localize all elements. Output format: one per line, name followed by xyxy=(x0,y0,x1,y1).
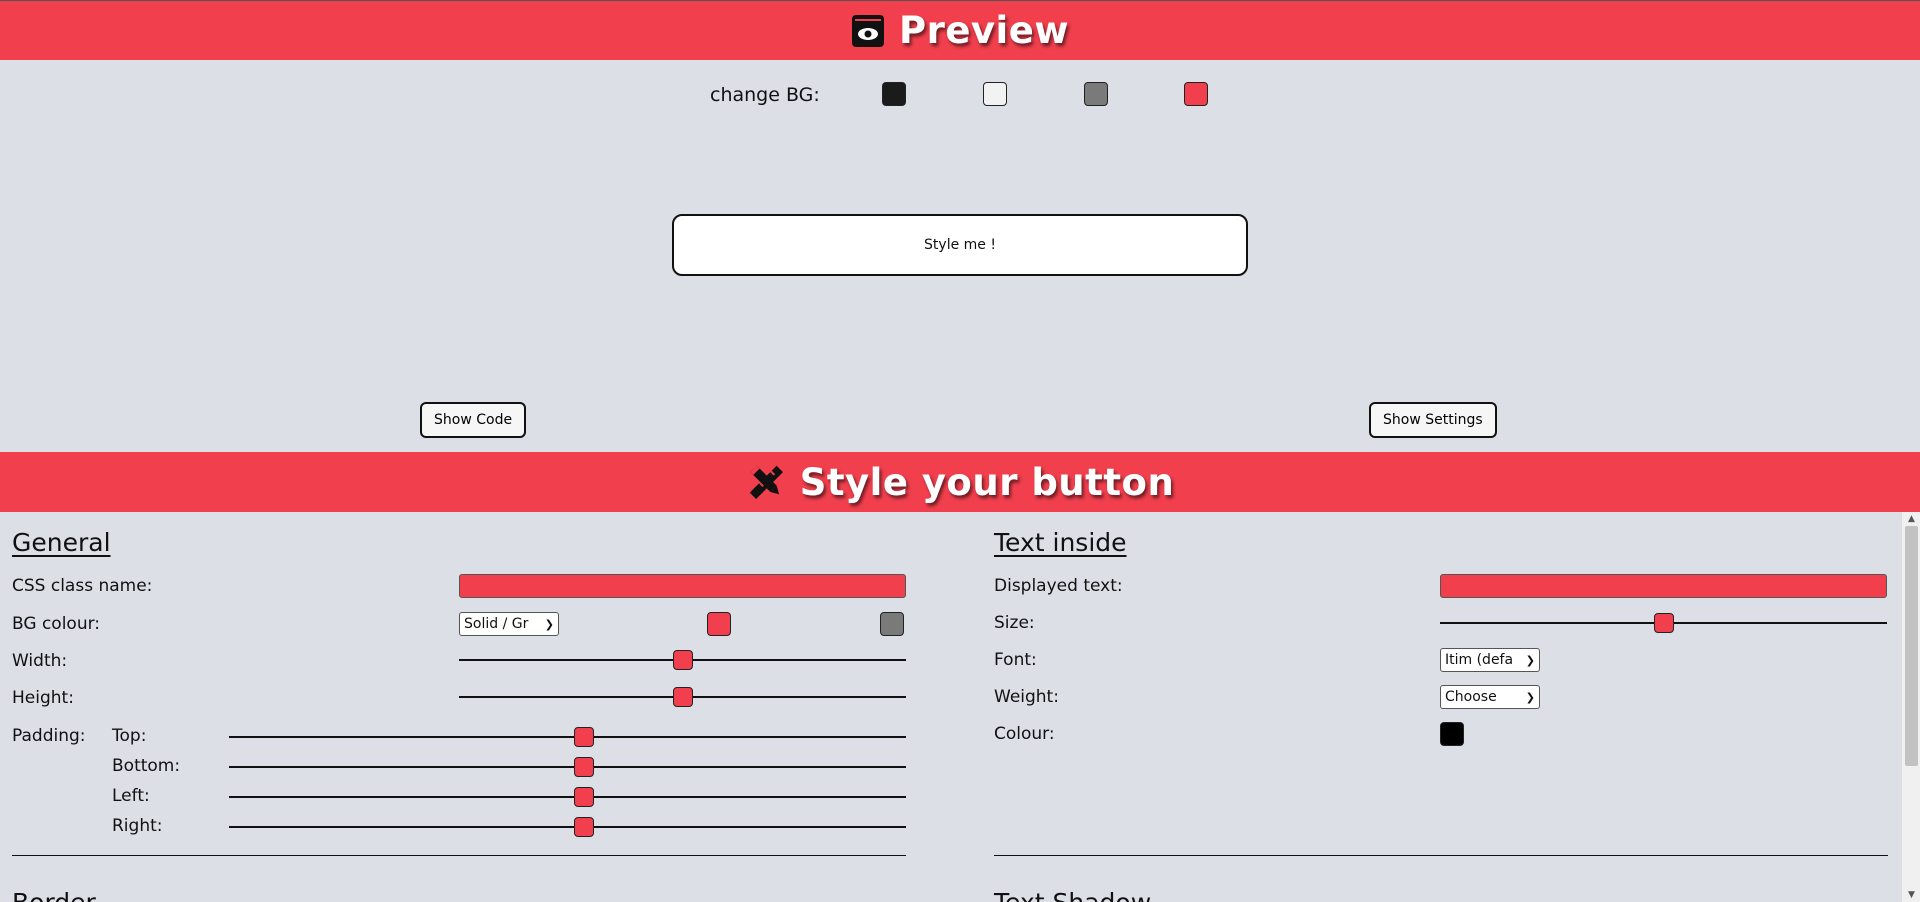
bg-swatch-red[interactable] xyxy=(1184,82,1208,106)
border-heading: Border xyxy=(12,888,96,902)
slider-track xyxy=(229,766,906,768)
general-column: General CSS class name: BG colour: Solid… xyxy=(12,512,906,902)
vertical-scrollbar[interactable]: ▲ ▼ xyxy=(1901,512,1920,902)
slider-thumb[interactable] xyxy=(672,687,693,707)
preview-area: change BG: Style me ! xyxy=(0,60,1920,452)
section-divider xyxy=(994,855,1888,856)
text-colour-swatch[interactable] xyxy=(1440,722,1464,746)
weight-value: Choose xyxy=(1445,689,1497,705)
section-divider xyxy=(12,855,906,856)
style-header: Style your button xyxy=(0,452,1920,512)
width-label: Width: xyxy=(12,651,68,671)
chevron-down-icon: ❯ xyxy=(544,617,554,631)
css-class-label: CSS class name: xyxy=(12,576,153,596)
displayed-text-label: Displayed text: xyxy=(994,576,1123,596)
width-slider[interactable] xyxy=(459,650,906,670)
padding-bottom-label: Bottom: xyxy=(112,756,181,776)
css-class-input[interactable] xyxy=(459,574,906,598)
padding-bottom-slider[interactable] xyxy=(229,757,906,777)
slider-track xyxy=(229,736,906,738)
settings-panel: General CSS class name: BG colour: Solid… xyxy=(0,512,1920,902)
bg-swatch-grey[interactable] xyxy=(1084,82,1108,106)
scrollbar-thumb[interactable] xyxy=(1905,526,1918,766)
style-title: Style your button xyxy=(799,460,1175,504)
bg-colour-2-swatch[interactable] xyxy=(880,612,904,636)
text-inside-column: Text inside Displayed text: Size: Font: … xyxy=(994,512,1888,902)
eye-icon xyxy=(851,14,884,47)
padding-left-label: Left: xyxy=(112,786,150,806)
padding-top-slider[interactable] xyxy=(229,727,906,747)
slider-track xyxy=(229,826,906,828)
scroll-up-icon[interactable]: ▲ xyxy=(1902,514,1920,524)
padding-top-label: Top: xyxy=(112,726,147,746)
text-inside-heading: Text inside xyxy=(994,528,1127,557)
font-value: Itim (defa xyxy=(1445,652,1514,668)
demo-button-label: Style me ! xyxy=(924,237,996,253)
bg-swatch-black[interactable] xyxy=(882,82,906,106)
height-slider[interactable] xyxy=(459,687,906,707)
size-slider[interactable] xyxy=(1440,613,1887,633)
font-select[interactable]: Itim (defa ❯ xyxy=(1440,648,1540,672)
change-bg-label: change BG: xyxy=(710,84,820,106)
slider-thumb[interactable] xyxy=(574,817,595,837)
weight-select[interactable]: Choose ❯ xyxy=(1440,685,1540,709)
padding-left-slider[interactable] xyxy=(229,787,906,807)
padding-label: Padding: xyxy=(12,726,86,746)
preview-header: Preview xyxy=(0,0,1920,60)
demo-button[interactable]: Style me ! xyxy=(672,214,1248,276)
pencil-ruler-icon xyxy=(749,465,783,499)
weight-label: Weight: xyxy=(994,687,1059,707)
slider-track xyxy=(229,796,906,798)
font-label: Font: xyxy=(994,650,1037,670)
bg-colour-label: BG colour: xyxy=(12,614,101,634)
colour-label: Colour: xyxy=(994,724,1055,744)
scroll-down-icon[interactable]: ▼ xyxy=(1902,890,1920,900)
padding-right-slider[interactable] xyxy=(229,817,906,837)
padding-right-label: Right: xyxy=(112,816,163,836)
general-heading: General xyxy=(12,528,111,557)
slider-thumb[interactable] xyxy=(574,787,595,807)
displayed-text-input[interactable] xyxy=(1440,574,1887,598)
slider-thumb[interactable] xyxy=(574,727,595,747)
chevron-down-icon: ❯ xyxy=(1525,690,1535,704)
bg-mode-select[interactable]: Solid / Gr ❯ xyxy=(459,612,559,636)
bg-colour-1-swatch[interactable] xyxy=(707,612,731,636)
slider-thumb[interactable] xyxy=(1653,613,1674,633)
bg-mode-value: Solid / Gr xyxy=(464,616,529,632)
show-code-button[interactable]: Show Code xyxy=(420,402,527,438)
show-settings-button[interactable]: Show Settings xyxy=(1369,402,1497,438)
preview-title: Preview xyxy=(898,9,1070,52)
bg-swatch-white[interactable] xyxy=(983,82,1007,106)
chevron-down-icon: ❯ xyxy=(1525,653,1535,667)
slider-thumb[interactable] xyxy=(574,757,595,777)
size-label: Size: xyxy=(994,613,1035,633)
slider-thumb[interactable] xyxy=(672,650,693,670)
height-label: Height: xyxy=(12,688,74,708)
text-shadow-heading: Text Shadow xyxy=(994,888,1151,902)
